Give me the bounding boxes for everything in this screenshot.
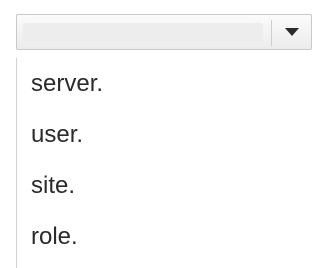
dropdown-arrow-button[interactable] — [273, 15, 311, 49]
dropdown-select-box[interactable] — [16, 14, 312, 50]
dropdown[interactable]: server. user. site. role. — [14, 14, 314, 268]
option-site[interactable]: site. — [17, 160, 313, 211]
dropdown-options-list: server. user. site. role. — [16, 58, 313, 268]
option-role[interactable]: role. — [17, 211, 313, 262]
caret-down-icon — [285, 28, 299, 36]
option-user[interactable]: user. — [17, 109, 313, 160]
selected-value-field[interactable] — [23, 23, 263, 43]
select-divider — [271, 20, 272, 46]
option-server[interactable]: server. — [17, 58, 313, 109]
